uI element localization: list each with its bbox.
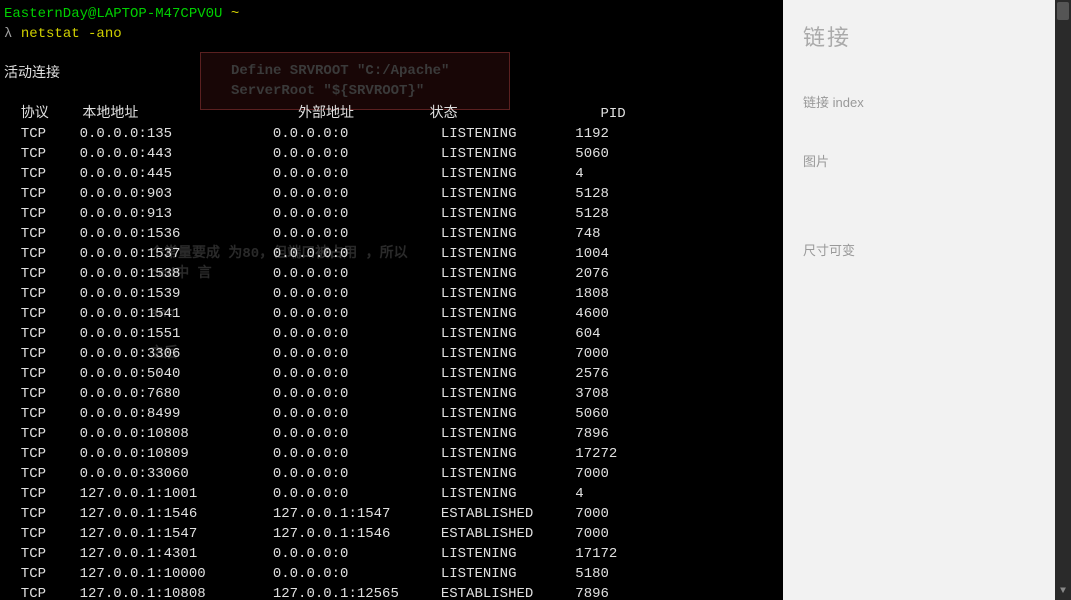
netstat-row: TCP 0.0.0.0:135 0.0.0.0:0 LISTENING 1192 [4, 124, 783, 144]
netstat-row: TCP 127.0.0.1:1547 127.0.0.1:1546 ESTABL… [4, 524, 783, 544]
netstat-row: TCP 0.0.0.0:8499 0.0.0.0:0 LISTENING 506… [4, 404, 783, 424]
netstat-row: TCP 0.0.0.0:10809 0.0.0.0:0 LISTENING 17… [4, 444, 783, 464]
sidebar-field-size: 尺寸可变 [803, 240, 1035, 259]
prompt-path: ~ [231, 6, 239, 22]
netstat-row: TCP 0.0.0.0:7680 0.0.0.0:0 LISTENING 370… [4, 384, 783, 404]
netstat-row: TCP 127.0.0.1:1001 0.0.0.0:0 LISTENING 4 [4, 484, 783, 504]
netstat-row: TCP 0.0.0.0:3306 0.0.0.0:0 LISTENING 700… [4, 344, 783, 364]
prompt-line-1: EasternDay@LAPTOP-M47CPV0U ~ [4, 4, 783, 24]
sidebar-field-link: 链接 index [803, 92, 1035, 111]
netstat-row: TCP 0.0.0.0:1551 0.0.0.0:0 LISTENING 604 [4, 324, 783, 344]
command-text: netstat -ano [21, 26, 122, 42]
scrollbar-down-icon[interactable]: ▼ [1055, 584, 1071, 600]
netstat-row: TCP 0.0.0.0:10808 0.0.0.0:0 LISTENING 78… [4, 424, 783, 444]
table-body: TCP 0.0.0.0:135 0.0.0.0:0 LISTENING 1192… [4, 124, 783, 600]
prompt-symbol: λ [4, 26, 12, 42]
prompt-user-host: EasternDay@LAPTOP-M47CPV0U [4, 6, 222, 22]
netstat-row: TCP 0.0.0.0:1539 0.0.0.0:0 LISTENING 180… [4, 284, 783, 304]
netstat-row: TCP 0.0.0.0:1538 0.0.0.0:0 LISTENING 207… [4, 264, 783, 284]
prompt-line-2: λ netstat -ano [4, 24, 783, 44]
terminal-content: EasternDay@LAPTOP-M47CPV0U ~ λ netstat -… [4, 4, 783, 600]
netstat-row: TCP 0.0.0.0:445 0.0.0.0:0 LISTENING 4 [4, 164, 783, 184]
netstat-row: TCP 127.0.0.1:1546 127.0.0.1:1547 ESTABL… [4, 504, 783, 524]
netstat-row: TCP 127.0.0.1:4301 0.0.0.0:0 LISTENING 1… [4, 544, 783, 564]
scrollbar-thumb[interactable] [1057, 2, 1069, 20]
right-sidebar: 链接 链接 index 图片 尺寸可变 [783, 0, 1055, 600]
sidebar-title: 链接 [803, 20, 1035, 52]
netstat-row: TCP 0.0.0.0:5040 0.0.0.0:0 LISTENING 257… [4, 364, 783, 384]
blank-line [4, 84, 783, 104]
netstat-row: TCP 0.0.0.0:1537 0.0.0.0:0 LISTENING 100… [4, 244, 783, 264]
netstat-row: TCP 127.0.0.1:10000 0.0.0.0:0 LISTENING … [4, 564, 783, 584]
netstat-row: TCP 0.0.0.0:1536 0.0.0.0:0 LISTENING 748 [4, 224, 783, 244]
sidebar-field-image: 图片 [803, 151, 1035, 170]
netstat-row: TCP 0.0.0.0:913 0.0.0.0:0 LISTENING 5128 [4, 204, 783, 224]
netstat-row: TCP 0.0.0.0:443 0.0.0.0:0 LISTENING 5060 [4, 144, 783, 164]
netstat-row: TCP 127.0.0.1:10808 127.0.0.1:12565 ESTA… [4, 584, 783, 600]
blank-line [4, 44, 783, 64]
section-title: 活动连接 [4, 64, 783, 84]
table-header: 协议 本地地址 外部地址 状态 PID [4, 104, 783, 124]
netstat-row: TCP 0.0.0.0:1541 0.0.0.0:0 LISTENING 460… [4, 304, 783, 324]
netstat-row: TCP 0.0.0.0:903 0.0.0.0:0 LISTENING 5128 [4, 184, 783, 204]
vertical-scrollbar[interactable]: ▲ ▼ [1055, 0, 1071, 600]
terminal-window[interactable]: Define SRVROOT "C:/Apache" ServerRoot "$… [0, 0, 783, 600]
netstat-row: TCP 0.0.0.0:33060 0.0.0.0:0 LISTENING 70… [4, 464, 783, 484]
